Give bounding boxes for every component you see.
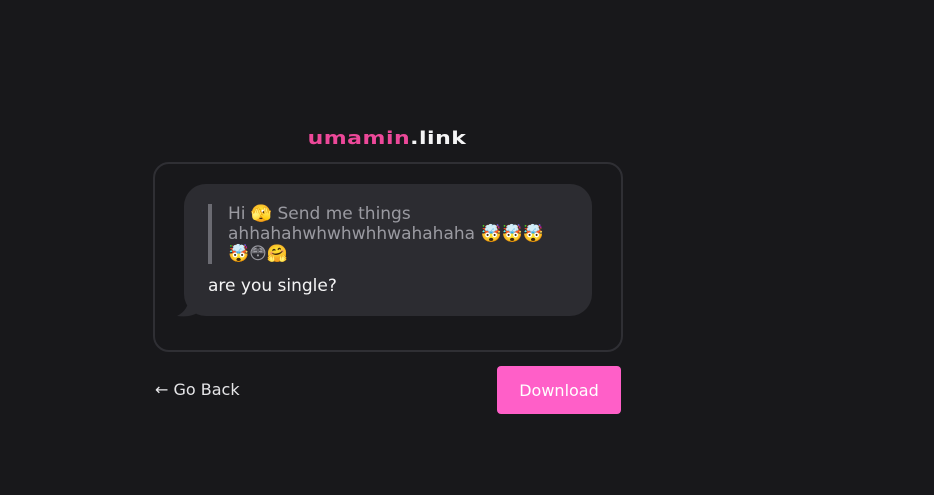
message-bubble: Hi 🫣 Send me things ahhahahwhwhwhhwahaha…: [184, 184, 592, 316]
logo-brand: umamin: [307, 128, 411, 149]
quoted-prompt: Hi 🫣 Send me things ahhahahwhwhwhhwahaha…: [208, 204, 568, 264]
go-back-link[interactable]: ← Go Back: [155, 380, 240, 400]
message-text: are you single?: [208, 276, 337, 296]
logo-tld: .link: [410, 128, 467, 149]
bubble-tail: [177, 296, 201, 317]
page: umamin.link Hi 🫣 Send me things ahhahahw…: [0, 0, 934, 495]
site-logo[interactable]: umamin.link: [153, 128, 621, 149]
download-button[interactable]: Download: [497, 366, 621, 414]
message-card: Hi 🫣 Send me things ahhahahwhwhwhhwahaha…: [153, 162, 623, 352]
